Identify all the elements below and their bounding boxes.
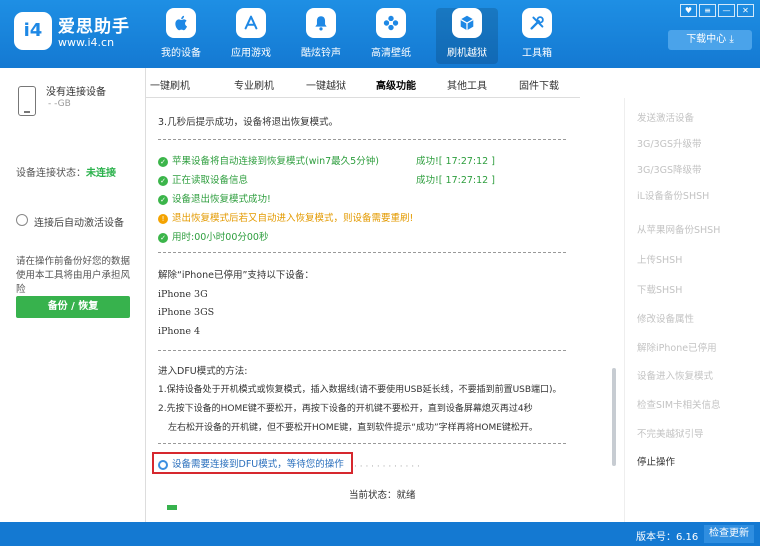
stop-operation-item[interactable]: 停止操作: [637, 454, 675, 468]
download-arrow-icon: ⤓: [729, 34, 734, 45]
tool-item[interactable]: 下载SHSH: [637, 282, 682, 296]
bell-icon: [306, 8, 336, 38]
tools-icon: [522, 8, 552, 38]
check-update-button[interactable]: 检查更新: [704, 525, 754, 543]
minimize-icon[interactable]: —: [718, 4, 735, 17]
tab-one-click-jailbreak[interactable]: 一键越狱: [306, 77, 346, 92]
log-line: ✓ 正在读取设备信息: [158, 172, 248, 186]
app-name: 爱思助手: [58, 17, 130, 37]
connection-value: 未连接: [86, 168, 116, 179]
header-bar: i4 爱思助手 www.i4.cn 我的设备 应用游戏 酷炫铃声 高清壁纸 刷机…: [0, 0, 760, 68]
check-icon: ✓: [158, 156, 168, 167]
app-store-icon: [236, 8, 266, 38]
tool-item[interactable]: 发送激活设备: [637, 110, 694, 124]
nav-label: 高清壁纸: [371, 48, 411, 59]
auto-activate-radio[interactable]: [16, 214, 28, 226]
warning-icon: !: [158, 213, 168, 224]
check-icon: ✓: [158, 194, 168, 205]
log-line: ✓ 用时:00小时00分00秒: [158, 229, 268, 243]
divider: [158, 443, 566, 444]
sidebar: 没有连接设备 - -GB 设备连接状态：未连接 连接后自动激活设备 请在操作前备…: [0, 68, 146, 522]
tool-item[interactable]: 3G/3GS升级带: [637, 136, 702, 150]
phone-icon: [18, 86, 36, 116]
check-icon: ✓: [158, 175, 168, 186]
backup-restore-button[interactable]: 备份 / 恢复: [16, 296, 130, 318]
log-status: 成功![ 17:27:12 ]: [416, 175, 495, 186]
download-center-label: 下载中心: [686, 34, 727, 45]
log-status: 成功![ 17:27:12 ]: [416, 156, 495, 167]
divider: [158, 139, 566, 140]
nav-wallpapers[interactable]: 高清壁纸: [360, 8, 422, 64]
nav-my-device[interactable]: 我的设备: [150, 8, 212, 64]
progress-dots: · · · · · · · · · · · ·: [354, 462, 420, 472]
nav-label: 刷机越狱: [447, 48, 487, 59]
divider: [158, 252, 566, 253]
tool-item[interactable]: 解除iPhone已停用: [637, 340, 717, 354]
tool-item[interactable]: 修改设备属性: [637, 311, 694, 325]
dfu-step: 1.保持设备处于开机模式或恢复模式，插入数据线(请不要使用USB延长线，不要插到…: [158, 385, 562, 395]
step-3-text: 3.几秒后提示成功，设备将退出恢复模式。: [158, 117, 339, 128]
tab-bar: 一键刷机 专业刷机 一键越狱 高级功能 其他工具 固件下载: [146, 68, 580, 98]
status-bar: 版本号：6.16 检查更新: [0, 522, 760, 546]
auto-activate-label[interactable]: 连接后自动激活设备: [34, 214, 124, 229]
tool-item[interactable]: 上传SHSH: [637, 252, 682, 266]
log-warning: ! 退出恢复模式后若又自动进入恢复模式，则设备需要重刷!: [158, 210, 413, 224]
connection-label: 设备连接状态：: [16, 168, 86, 179]
tool-item[interactable]: 设备进入恢复模式: [637, 368, 713, 382]
tab-pro-flash[interactable]: 专业刷机: [234, 77, 274, 92]
close-icon[interactable]: ✕: [737, 4, 754, 17]
nav-flash-jailbreak[interactable]: 刷机越狱: [436, 8, 498, 64]
dfu-step: 左右松开设备的开机键，但不要松开HOME键，直到软件提示“成功”字样再将HOME…: [168, 423, 538, 433]
log-content: 3.几秒后提示成功，设备将退出恢复模式。 ✓ 苹果设备将自动连接到恢复模式(win…: [158, 98, 568, 510]
current-status: 当前状态：就绪: [349, 490, 416, 501]
supported-device: iPhone 3G: [158, 289, 208, 300]
right-tools-panel: 发送激活设备 3G/3GS升级带 3G/3GS降级带 iL设备备份SHSH 从苹…: [624, 98, 760, 522]
nav-label: 酷炫铃声: [301, 48, 341, 59]
tool-item[interactable]: 检查SIM卡相关信息: [637, 397, 721, 411]
supported-device: iPhone 4: [158, 326, 201, 337]
tab-other-tools[interactable]: 其他工具: [447, 77, 487, 92]
app-url: www.i4.cn: [58, 36, 115, 49]
tool-item[interactable]: 不完美越狱引导: [637, 426, 704, 440]
skin-icon[interactable]: ♥: [680, 4, 697, 17]
supported-device: iPhone 3GS: [158, 307, 215, 318]
box-icon: [452, 8, 482, 38]
backup-tip: 请在操作前备份好您的数据使用本工具将由用户承担风险: [16, 256, 131, 295]
device-capacity: - -GB: [48, 99, 71, 109]
nav-ringtones[interactable]: 酷炫铃声: [290, 8, 352, 64]
tool-item[interactable]: iL设备备份SHSH: [637, 188, 709, 202]
nav-label: 应用游戏: [231, 48, 271, 59]
nav-apps[interactable]: 应用游戏: [220, 8, 282, 64]
nav-label: 工具箱: [522, 48, 552, 59]
nav-label: 我的设备: [161, 48, 201, 59]
progress-indicator: [167, 505, 177, 510]
connection-status: 设备连接状态：未连接: [16, 164, 116, 179]
menu-icon[interactable]: ≡: [699, 4, 716, 17]
divider: [158, 350, 566, 351]
app-logo: i4: [14, 12, 52, 50]
tool-item[interactable]: 从苹果网备份SHSH: [637, 222, 720, 236]
check-icon: ✓: [158, 232, 168, 243]
content-scrollbar[interactable]: [612, 368, 616, 466]
device-name: 没有连接设备: [46, 87, 106, 98]
log-line: ✓ 苹果设备将自动连接到恢复模式(win7最久5分钟): [158, 153, 379, 167]
dfu-step: 2.先按下设备的HOME键不要松开，再按下设备的开机键不要松开，直到设备屏幕熄灭…: [158, 404, 533, 414]
tab-firmware-download[interactable]: 固件下载: [519, 77, 559, 92]
download-center-button[interactable]: 下载中心 ⤓: [668, 30, 752, 50]
apple-icon: [166, 8, 196, 38]
tab-one-click-flash[interactable]: 一键刷机: [150, 77, 190, 92]
window-controls: ♥ ≡ — ✕: [680, 4, 754, 17]
version-info: 版本号：6.16: [636, 532, 699, 543]
nav-toolbox[interactable]: 工具箱: [506, 8, 568, 64]
tool-item[interactable]: 3G/3GS降级带: [637, 162, 702, 176]
tab-advanced[interactable]: 高级功能: [376, 77, 416, 92]
support-title: 解除“iPhone已停用”支持以下设备：: [158, 270, 314, 281]
waiting-dfu-message: 设备需要连接到DFU模式，等待您的操作: [158, 456, 344, 470]
log-line: ✓ 设备退出恢复模式成功!: [158, 191, 271, 205]
waiting-dfu-highlight: 设备需要连接到DFU模式，等待您的操作: [152, 452, 353, 474]
flower-icon: [376, 8, 406, 38]
loading-icon: [158, 459, 168, 470]
dfu-title: 进入DFU模式的方法:: [158, 366, 248, 377]
